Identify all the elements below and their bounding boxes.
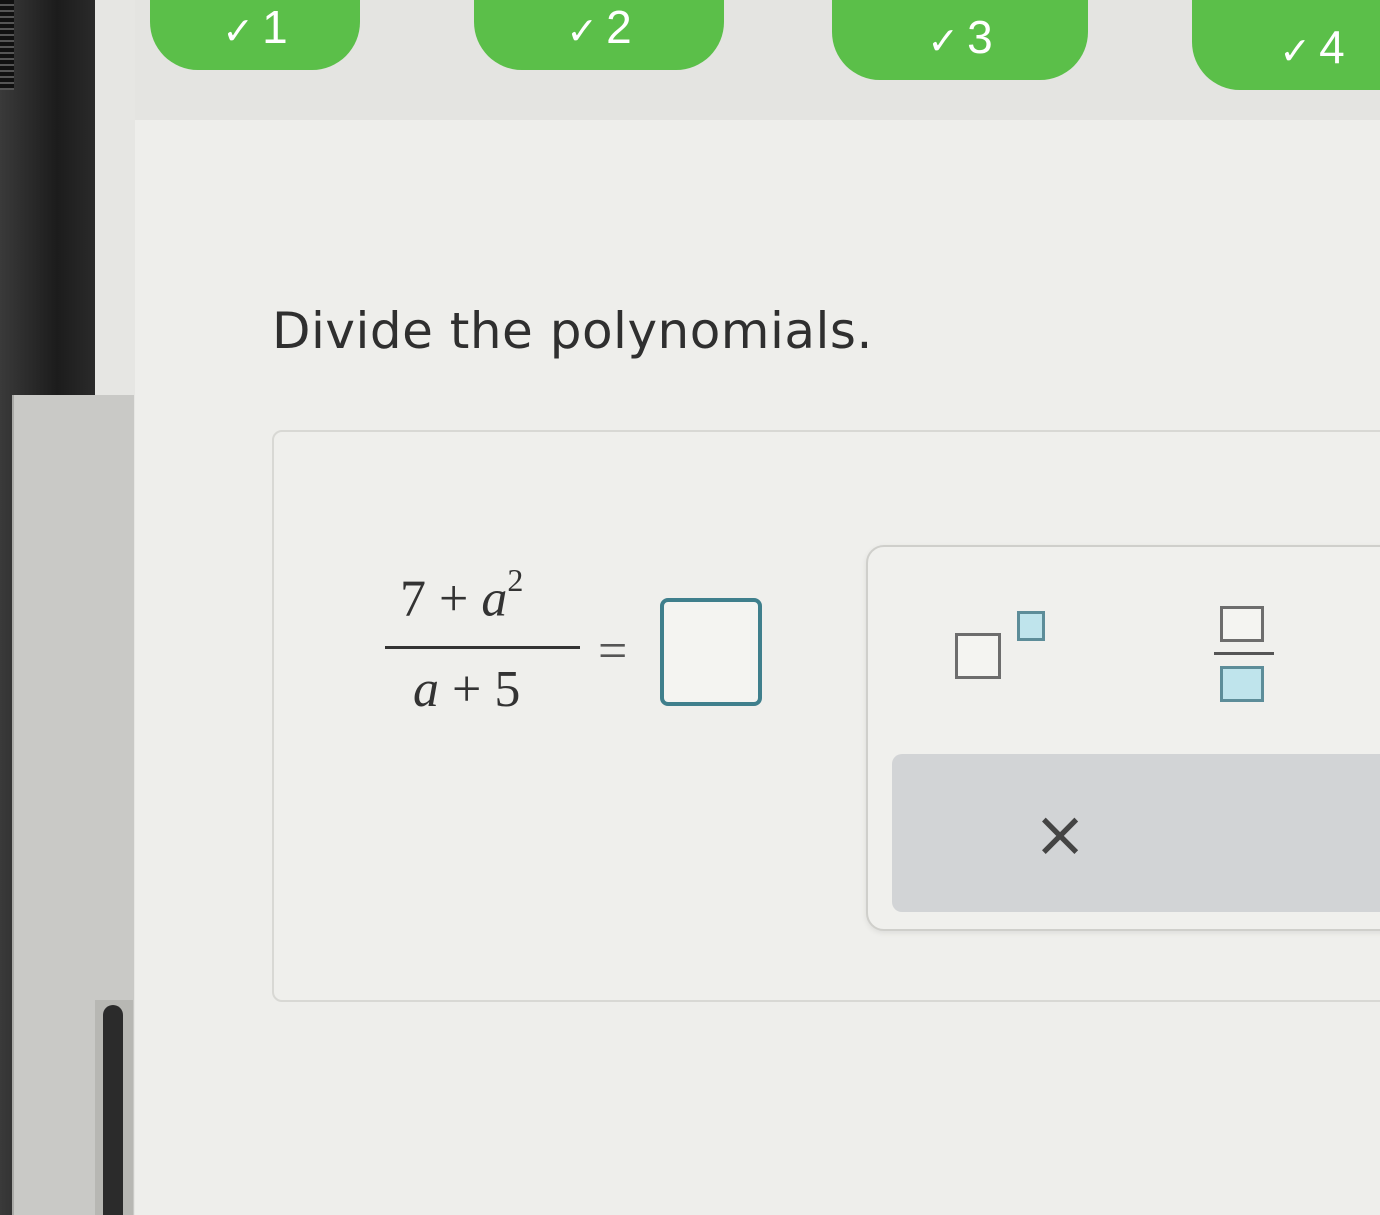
scrollbar-thumb[interactable]: [103, 1005, 123, 1215]
fraction-key-bar: [1214, 652, 1274, 655]
superscript-placeholder-icon: [1017, 611, 1045, 641]
fraction-template-icon: [1220, 606, 1264, 642]
step-label: 3: [967, 11, 993, 63]
progress-step-2[interactable]: ✓ 2: [474, 0, 724, 70]
checkmark-icon: ✓: [927, 21, 960, 63]
fraction-numerator: 7 + a2: [400, 562, 523, 628]
equals-sign: =: [598, 623, 628, 680]
progress-step-1[interactable]: ✓ 1: [150, 0, 360, 70]
keypad-action-row: [892, 754, 1380, 912]
numerator-exponent: 2: [507, 562, 524, 598]
numerator-constant: 7: [400, 570, 426, 628]
question-prompt: Divide the polynomials.: [272, 302, 873, 360]
step-label: 2: [606, 1, 632, 53]
numerator-operator: +: [439, 570, 469, 628]
step-label: 4: [1319, 21, 1345, 73]
fraction-placeholder-icon: [1220, 666, 1264, 702]
exponent-key[interactable]: [955, 605, 1065, 685]
denominator-variable: a: [413, 661, 439, 718]
checkmark-icon: ✓: [222, 11, 255, 53]
fraction-bar: [385, 646, 580, 649]
checkmark-icon: ✓: [1279, 31, 1312, 73]
bezel-edge: [0, 0, 14, 90]
fraction-key[interactable]: [1214, 602, 1274, 710]
fraction-denominator: a + 5: [413, 660, 520, 719]
numerator-variable: a: [481, 570, 508, 628]
step-label: 1: [262, 1, 288, 53]
superscript-template-icon: [955, 633, 1001, 679]
clear-button[interactable]: ×: [1030, 800, 1090, 870]
denominator-constant: 5: [494, 661, 521, 718]
progress-step-3[interactable]: ✓ 3: [832, 0, 1088, 80]
progress-step-4[interactable]: ✓ 4: [1192, 0, 1380, 90]
denominator-operator: +: [452, 661, 482, 718]
answer-input[interactable]: [660, 598, 762, 706]
checkmark-icon: ✓: [566, 11, 599, 53]
